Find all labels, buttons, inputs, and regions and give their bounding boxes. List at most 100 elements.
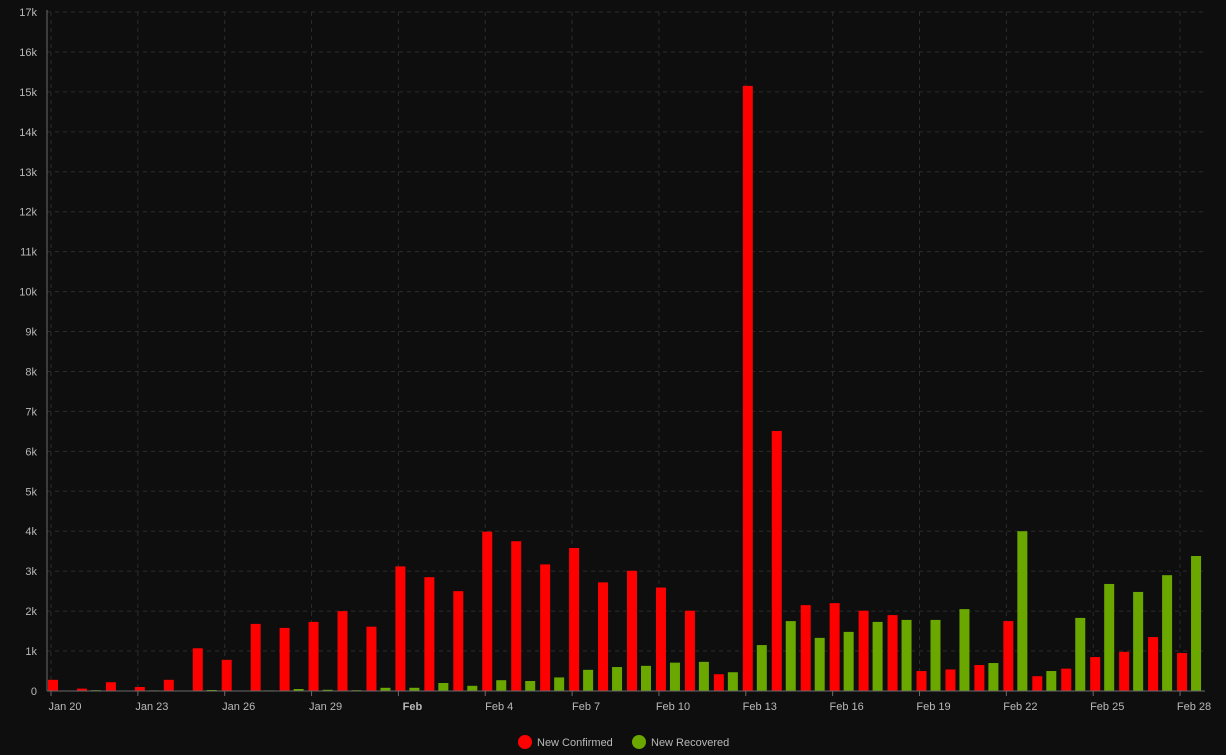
y-tick-label: 14k: [19, 127, 37, 139]
bar-new-confirmed[interactable]: [598, 582, 609, 691]
bar-new-confirmed[interactable]: [424, 577, 435, 691]
bar-new-recovered[interactable]: [727, 672, 738, 691]
bar-new-recovered[interactable]: [756, 645, 767, 691]
y-tick-label: 3k: [25, 566, 37, 578]
y-tick-label: 10k: [19, 287, 37, 299]
bar-new-confirmed[interactable]: [279, 627, 290, 691]
bar-new-confirmed[interactable]: [655, 587, 666, 691]
bar-new-confirmed[interactable]: [221, 659, 232, 691]
bar-new-recovered[interactable]: [1191, 555, 1202, 691]
x-tick-label: Feb: [403, 701, 423, 713]
bar-new-recovered[interactable]: [698, 661, 709, 691]
bar-new-recovered[interactable]: [930, 619, 941, 691]
bar-new-confirmed[interactable]: [105, 682, 116, 691]
bar-chart: 0 1k 2k 3k 4k 5k 6k 7k 8k 9k 10k 11k 12k 13k 14k 15k 16k…: [0, 0, 1226, 755]
y-tick-label: 7k: [25, 406, 37, 418]
bar-new-confirmed[interactable]: [1003, 621, 1014, 691]
legend-label-new-recovered: New Recovered: [651, 737, 729, 749]
bar-new-confirmed[interactable]: [453, 591, 464, 691]
bar-new-recovered[interactable]: [467, 685, 478, 691]
y-tick-label: 1k: [25, 646, 37, 658]
bar-new-confirmed[interactable]: [858, 610, 869, 691]
bar-new-confirmed[interactable]: [829, 603, 840, 691]
bar-new-confirmed[interactable]: [337, 611, 348, 691]
bar-new-recovered[interactable]: [901, 619, 912, 691]
bar-new-confirmed[interactable]: [163, 679, 174, 691]
y-tick-label: 0: [31, 686, 37, 698]
x-tick-label: Jan 23: [135, 701, 168, 713]
y-tick-label: 2k: [25, 606, 37, 618]
y-tick-label: 15k: [19, 87, 37, 99]
bar-new-recovered[interactable]: [1162, 575, 1173, 691]
legend-swatch-new-confirmed: [518, 735, 532, 749]
bar-new-recovered[interactable]: [583, 669, 594, 691]
bar-new-recovered[interactable]: [785, 621, 796, 691]
bar-new-confirmed[interactable]: [627, 570, 637, 691]
bar-new-confirmed[interactable]: [482, 531, 493, 691]
bar-new-confirmed[interactable]: [887, 615, 898, 691]
bar-new-confirmed[interactable]: [1119, 651, 1130, 691]
bar-new-confirmed[interactable]: [800, 605, 811, 691]
bar-new-recovered[interactable]: [1017, 531, 1028, 691]
legend-label-new-confirmed: New Confirmed: [537, 737, 613, 749]
bar-new-confirmed[interactable]: [916, 671, 927, 691]
bar-new-confirmed[interactable]: [569, 548, 580, 691]
y-tick-label: 8k: [25, 366, 37, 378]
y-tick-label: 11k: [20, 247, 37, 259]
bar-new-recovered[interactable]: [525, 681, 536, 691]
bar-new-confirmed[interactable]: [1177, 653, 1188, 691]
bar-new-confirmed[interactable]: [395, 566, 406, 691]
y-tick-label: 17k: [19, 7, 37, 19]
bar-new-recovered[interactable]: [554, 677, 565, 691]
bar-new-confirmed[interactable]: [134, 687, 145, 691]
x-tick-label: Feb 28: [1177, 701, 1211, 713]
bar-new-recovered[interactable]: [872, 621, 883, 691]
x-tick-label: Jan 29: [309, 701, 342, 713]
bar-new-confirmed[interactable]: [540, 564, 551, 691]
bar-new-confirmed[interactable]: [366, 626, 377, 691]
x-tick-label: Feb 7: [572, 701, 600, 713]
y-tick-label: 6k: [25, 446, 37, 458]
bar-new-confirmed[interactable]: [713, 674, 724, 691]
bar-new-confirmed[interactable]: [771, 430, 782, 691]
bar-new-confirmed[interactable]: [684, 610, 695, 691]
bar-new-confirmed[interactable]: [308, 621, 319, 691]
y-tick-label: 5k: [25, 486, 37, 498]
x-tick-label: Jan 20: [48, 701, 81, 713]
bar-new-confirmed[interactable]: [945, 669, 956, 691]
x-tick-label: Feb 16: [830, 701, 864, 713]
bar-new-recovered[interactable]: [496, 680, 507, 691]
bar-new-confirmed[interactable]: [1061, 668, 1072, 691]
y-tick-label: 16k: [19, 47, 37, 59]
bar-new-recovered[interactable]: [669, 662, 680, 691]
y-tick-label: 9k: [25, 327, 37, 339]
bar-new-confirmed[interactable]: [1032, 676, 1043, 691]
bar-new-recovered[interactable]: [641, 665, 651, 691]
bar-new-recovered[interactable]: [843, 631, 854, 691]
bar-new-confirmed[interactable]: [250, 623, 261, 691]
bar-new-recovered[interactable]: [988, 663, 999, 691]
bar-new-confirmed[interactable]: [1090, 657, 1101, 691]
bar-new-recovered[interactable]: [612, 667, 623, 691]
bar-new-recovered[interactable]: [1075, 617, 1086, 691]
y-tick-label: 12k: [19, 207, 37, 219]
bar-new-recovered[interactable]: [959, 609, 970, 691]
bar-new-confirmed[interactable]: [974, 665, 985, 691]
x-tick-label: Feb 10: [656, 701, 690, 713]
bar-new-recovered[interactable]: [1046, 671, 1057, 691]
x-tick-label: Feb 4: [485, 701, 513, 713]
bar-new-recovered[interactable]: [1133, 591, 1144, 691]
x-tick-label: Feb 13: [743, 701, 777, 713]
legend-swatch-new-recovered: [632, 735, 646, 749]
y-tick-label: 4k: [25, 526, 37, 538]
bar-new-confirmed[interactable]: [511, 541, 522, 691]
x-tick-label: Feb 19: [916, 701, 950, 713]
bar-new-confirmed[interactable]: [192, 648, 203, 691]
bar-new-confirmed[interactable]: [1148, 637, 1159, 691]
x-tick-label: Feb 22: [1003, 701, 1037, 713]
bar-new-recovered[interactable]: [1104, 583, 1115, 691]
bar-new-recovered[interactable]: [814, 637, 825, 691]
bar-new-recovered[interactable]: [438, 683, 449, 691]
bar-new-confirmed[interactable]: [742, 85, 753, 691]
bar-new-confirmed[interactable]: [48, 679, 58, 691]
